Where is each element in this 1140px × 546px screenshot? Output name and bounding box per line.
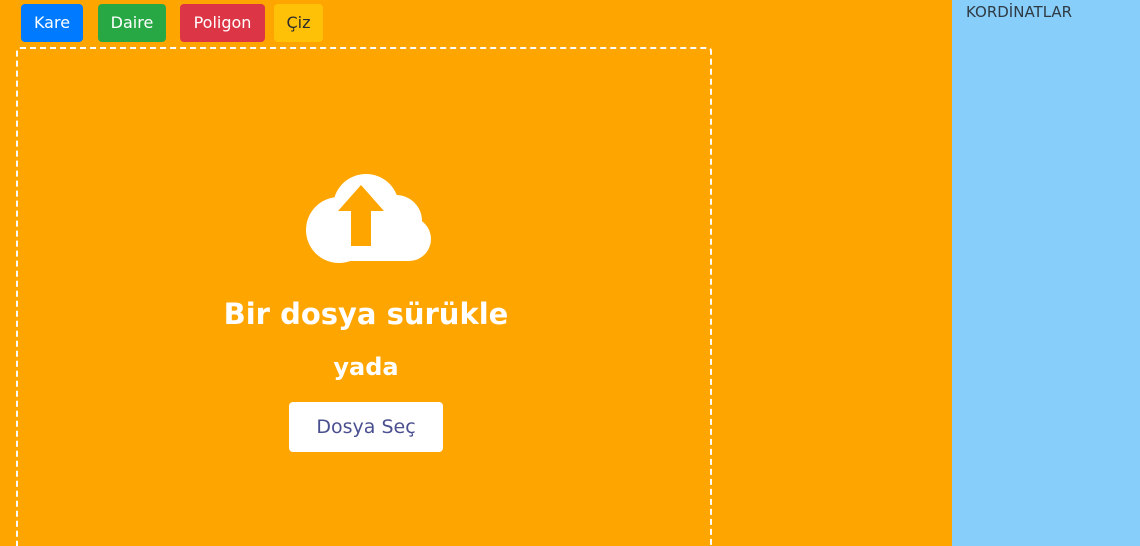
- drop-title: Bir dosya sürükle: [223, 297, 509, 331]
- circle-tool-button[interactable]: Daire: [98, 4, 166, 42]
- canvas-area: Kare Daire Poligon Çiz Bir dosya sürükle…: [0, 0, 952, 546]
- file-drop-zone[interactable]: Bir dosya sürükle yada Dosya Seç: [16, 47, 712, 546]
- polygon-tool-button[interactable]: Poligon: [180, 4, 265, 42]
- square-tool-button[interactable]: Kare: [21, 4, 83, 42]
- coordinates-title: KORDİNATLAR: [966, 3, 1073, 21]
- coordinates-sidebar: KORDİNATLAR: [952, 0, 1140, 546]
- or-text: yada: [333, 353, 399, 381]
- draw-button[interactable]: Çiz: [274, 4, 323, 42]
- choose-file-button[interactable]: Dosya Seç: [289, 402, 443, 452]
- cloud-upload-icon: [306, 174, 431, 263]
